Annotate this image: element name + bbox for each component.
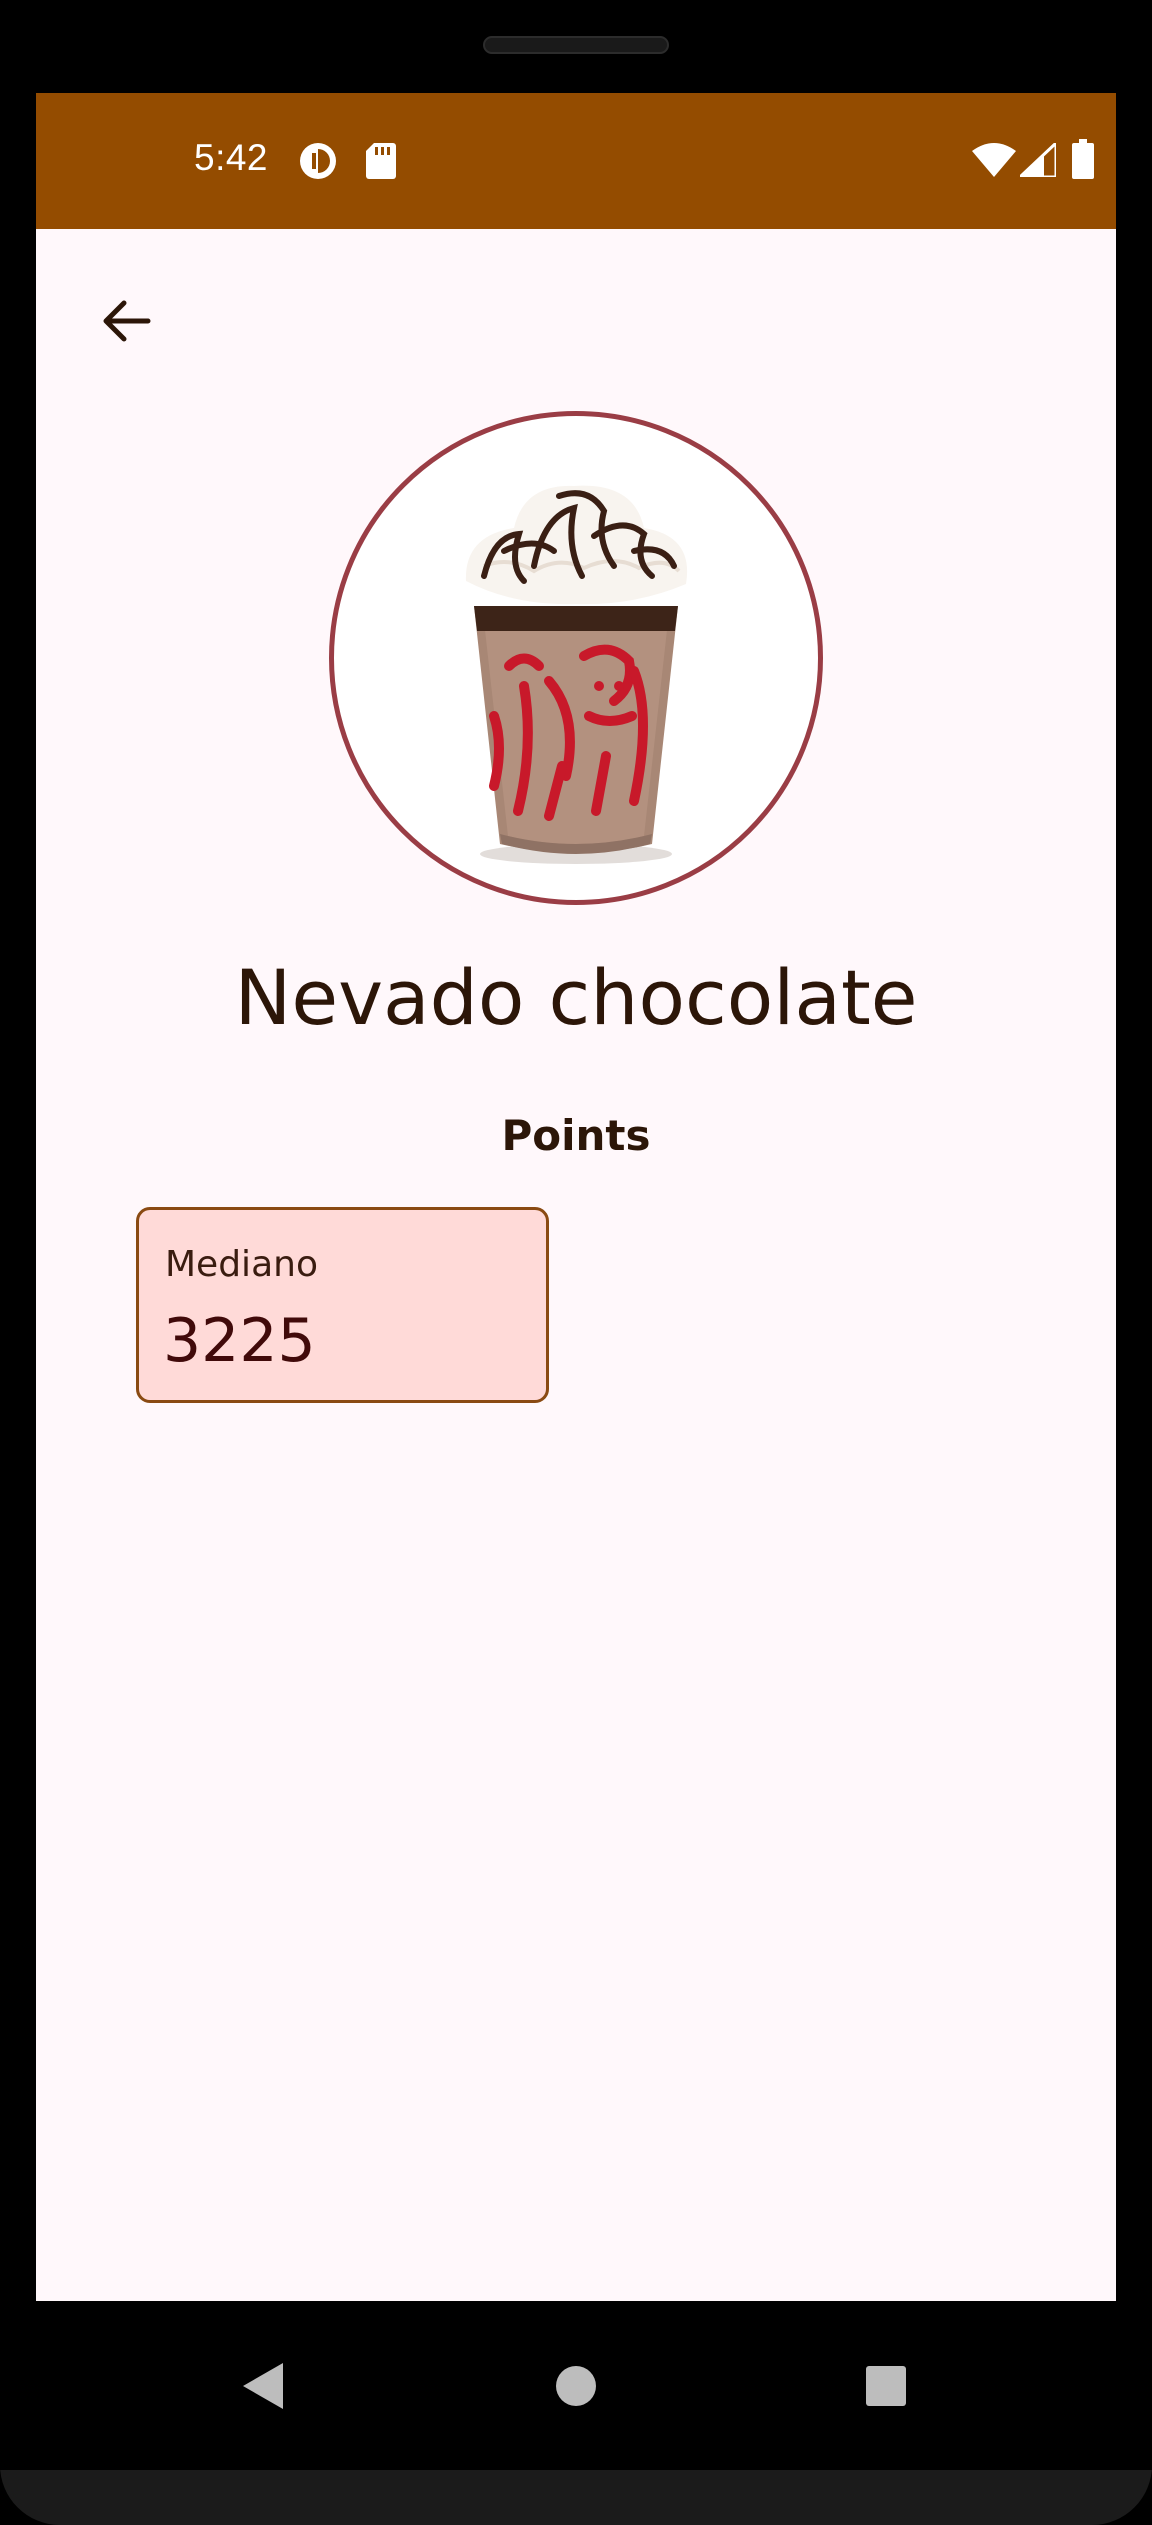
back-triangle-icon bbox=[243, 2363, 283, 2409]
bottom-bezel bbox=[0, 2470, 1152, 2525]
product-title: Nevado chocolate bbox=[234, 953, 918, 1042]
frozen-chocolate-drink-image bbox=[465, 485, 688, 864]
nav-recents-button[interactable] bbox=[831, 2331, 941, 2441]
system-nav-bar bbox=[0, 2301, 1152, 2470]
data-saver-icon bbox=[300, 143, 336, 179]
earpiece-speaker bbox=[483, 36, 669, 54]
phone-frame: 5:42 Nevado chocolate Points Mediano 322… bbox=[0, 0, 1152, 2525]
points-size-label: Mediano bbox=[165, 1244, 318, 1285]
battery-icon bbox=[1072, 139, 1094, 179]
points-value: 3225 bbox=[163, 1306, 316, 1376]
cell-signal-icon bbox=[1020, 143, 1056, 177]
arrow-back-icon bbox=[103, 300, 151, 342]
wifi-icon bbox=[972, 143, 1016, 177]
status-time: 5:42 bbox=[194, 137, 269, 178]
app-screen: 5:42 Nevado chocolate Points Mediano 322… bbox=[36, 93, 1116, 2301]
sd-card-icon bbox=[366, 143, 396, 179]
back-button[interactable] bbox=[76, 271, 176, 371]
points-heading: Points bbox=[501, 1111, 651, 1160]
nav-home-button[interactable] bbox=[521, 2331, 631, 2441]
product-image bbox=[329, 411, 823, 905]
points-card[interactable]: Mediano 3225 bbox=[136, 1207, 549, 1403]
status-bar: 5:42 bbox=[36, 93, 1116, 229]
home-circle-icon bbox=[556, 2366, 596, 2406]
recents-square-icon bbox=[866, 2366, 906, 2406]
nav-back-button[interactable] bbox=[208, 2331, 318, 2441]
